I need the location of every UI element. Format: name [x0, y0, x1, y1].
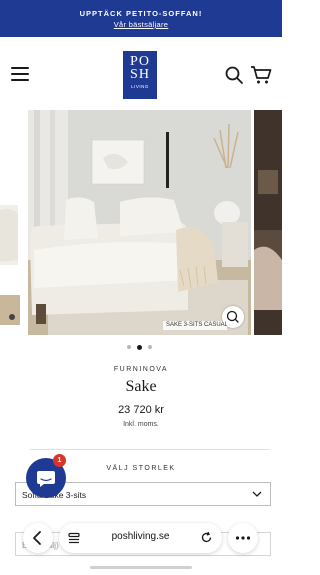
gallery-dots [127, 344, 157, 351]
address-bar[interactable]: poshliving.se [59, 523, 222, 553]
logo[interactable]: PO SH LIVING [123, 51, 157, 99]
more-button[interactable] [228, 523, 258, 553]
vat-note: Inkl. moms. [123, 421, 159, 428]
gallery-slide-next[interactable] [254, 110, 282, 335]
promo-bar: UPPTÄCK PETITO-SOFFAN! Vår bästsäljare [0, 0, 282, 37]
more-icon [235, 536, 251, 540]
site-header: PO SH LIVING [0, 37, 282, 109]
product-price: 23 720 kr [118, 404, 164, 416]
promo-title: UPPTÄCK PETITO-SOFFAN! [79, 9, 203, 18]
back-button[interactable] [23, 523, 53, 553]
gallery-dot[interactable] [127, 345, 131, 349]
logo-line-2: SH [130, 67, 150, 82]
image-caption: SAKE 3-SITS CASUAL [163, 321, 227, 330]
search-icon[interactable] [224, 65, 244, 85]
home-indicator [90, 566, 192, 569]
product-gallery[interactable] [0, 110, 282, 336]
cart-icon[interactable] [250, 65, 272, 85]
gallery-dot-active[interactable] [137, 344, 142, 350]
promo-link[interactable]: Vår bästsäljare [0, 20, 282, 29]
logo-line-1: PO [130, 54, 150, 69]
menu-icon[interactable] [11, 67, 29, 81]
chat-badge: 1 [53, 454, 66, 467]
product-brand[interactable]: FURNINOVA [0, 366, 282, 373]
gallery-slide-previous[interactable] [0, 110, 24, 335]
logo-sub: LIVING [131, 84, 149, 89]
chevron-down-icon [252, 491, 262, 497]
gallery-slide-main[interactable] [28, 110, 251, 335]
url-text: poshliving.se [111, 531, 170, 542]
chevron-left-icon [33, 531, 41, 545]
reload-icon[interactable] [200, 531, 213, 544]
browser-toolbar: poshliving.se [0, 513, 282, 563]
product-title: Sake [125, 378, 157, 395]
gallery-dot[interactable] [148, 345, 152, 349]
divider [30, 449, 270, 450]
